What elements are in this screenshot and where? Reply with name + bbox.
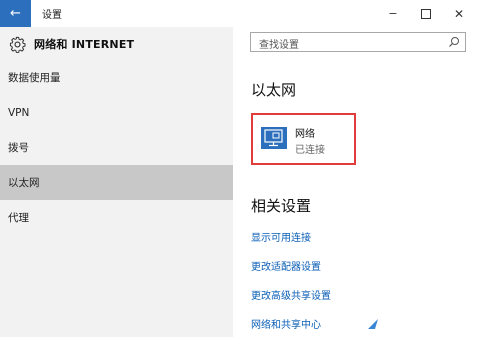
sidebar-item-vpn[interactable]: VPN xyxy=(0,95,233,130)
sidebar-header: 网络和 INTERNET xyxy=(8,35,134,53)
settings-window: ← 设置 − ✕ 网络和 INTERNET 数据使用量 VPN 拨号 以太网 代… xyxy=(0,0,479,337)
sidebar-item-data-usage[interactable]: 数据使用量 xyxy=(0,60,233,95)
maximize-icon xyxy=(421,8,431,19)
search-input[interactable]: 查找设置 xyxy=(250,32,466,52)
sidebar-item-label: 数据使用量 xyxy=(8,72,61,84)
ethernet-monitor-icon xyxy=(261,127,287,149)
sidebar-item-label: 代理 xyxy=(8,212,29,224)
sidebar-item-label: 以太网 xyxy=(8,177,40,189)
network-connection-tile[interactable]: 网络 已连接 xyxy=(251,113,356,165)
sidebar-item-label: VPN xyxy=(8,106,30,119)
change-adapter-settings-link[interactable]: 更改适配器设置 xyxy=(251,258,321,273)
minimize-icon: − xyxy=(388,7,398,20)
sidebar: 网络和 INTERNET 数据使用量 VPN 拨号 以太网 代理 xyxy=(0,27,233,337)
show-available-connections-link[interactable]: 显示可用连接 xyxy=(251,229,311,244)
sidebar-item-proxy[interactable]: 代理 xyxy=(0,200,233,235)
network-name: 网络 xyxy=(295,129,315,140)
search-icon[interactable] xyxy=(448,36,460,48)
back-button[interactable]: ← xyxy=(0,0,31,27)
close-button[interactable]: ✕ xyxy=(442,0,476,27)
sidebar-title: 网络和 INTERNET xyxy=(34,38,135,51)
network-sharing-center-link[interactable]: 网络和共享中心 xyxy=(251,316,321,331)
sidebar-item-dialup[interactable]: 拨号 xyxy=(0,130,233,165)
network-status: 已连接 xyxy=(295,145,325,156)
change-advanced-sharing-link[interactable]: 更改高级共享设置 xyxy=(251,287,331,302)
page-title: 以太网 xyxy=(251,81,297,99)
related-settings-heading: 相关设置 xyxy=(251,197,312,215)
close-icon: ✕ xyxy=(453,6,465,21)
mouse-cursor-icon xyxy=(368,319,378,329)
sidebar-item-ethernet[interactable]: 以太网 xyxy=(0,165,233,200)
sidebar-item-label: 拨号 xyxy=(8,142,29,154)
maximize-button[interactable] xyxy=(409,0,443,27)
window-title: 设置 xyxy=(42,10,62,21)
back-arrow-icon: ← xyxy=(10,6,21,21)
title-bar: ← 设置 − ✕ xyxy=(0,0,479,27)
gear-icon xyxy=(8,35,26,53)
search-placeholder: 查找设置 xyxy=(259,40,299,51)
minimize-button[interactable]: − xyxy=(376,0,410,27)
